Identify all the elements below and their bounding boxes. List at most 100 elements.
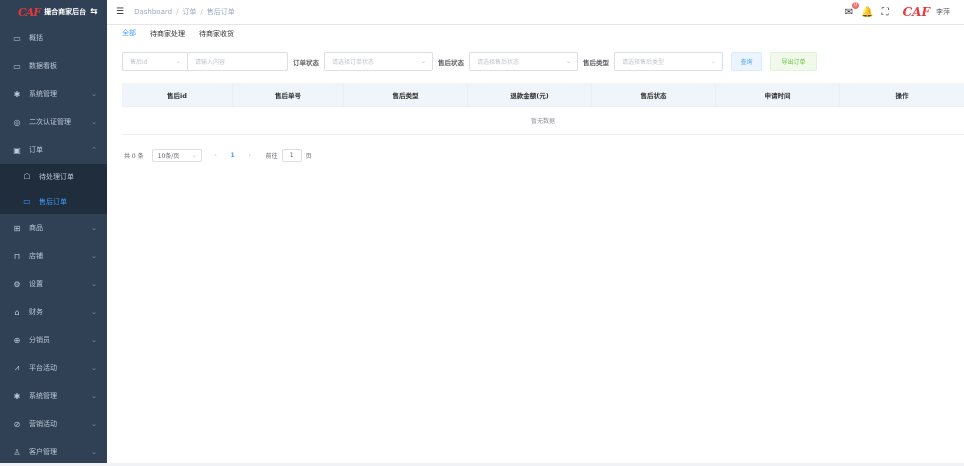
header-actions: ✉ 0 🔔 ⛶ CAF 李萍 [837,0,950,24]
notification-badge: 0 [851,1,860,9]
goto-page-input[interactable]: 1 [281,149,302,162]
user-name[interactable]: 李萍 [936,7,950,17]
aftersale-type-label: 售后类型 [583,58,609,67]
sidebar-item-label: 售后订单 [39,197,67,206]
sidebar-item-label: 商品 [29,224,43,232]
user-avatar[interactable]: CAF [903,5,930,19]
chevron-down-icon: ⌄ [91,280,97,288]
sidebar-item-label: 财务 [29,308,43,316]
page-suffix: 页 [305,153,312,160]
page-size-select[interactable]: 10条/页 ⌄ [151,149,202,162]
sidebar-item[interactable]: ▭ 售后订单 [0,189,107,214]
app-logo: CAF [18,5,41,19]
pagination: 共 0 条 10条/页 ⌄ ‹ 1 › 前往 1 页 [124,149,312,162]
gear-icon: ✱ [13,391,21,401]
chevron-down-icon: ⌄ [420,58,426,65]
sidebar-item[interactable]: ✱ 系统管理 ⌄ [0,80,107,108]
chevron-down-icon: ⌄ [91,336,97,344]
mail-icon[interactable]: ✉ 0 [845,1,860,18]
sidebar-item-label: 待处理订单 [39,172,74,181]
aftersale-type-placeholder: 请选择售后类型 [622,59,665,66]
user-icon: ♙ [13,447,21,457]
table-header: 售后id 售后单号 售后类型 退款金额(元) 售后状态 申请时间 操作 [122,83,964,107]
filter-bar: 售后id ⌄ 请输入内容 订单状态 请选择订单状态 ⌄ 售后状态 请选择售后状态 ⌄ … [122,52,817,71]
chevron-down-icon: ⌄ [91,224,97,232]
bag-icon: ☖ [23,172,31,181]
breadcrumb-orders[interactable]: 订单 [182,8,196,16]
swap-icon[interactable]: ⇆ [90,7,98,17]
aftersale-status-select[interactable]: 请选择售后状态 ⌄ [469,52,578,71]
sidebar-item[interactable]: ⚙ 设置 ⌄ [0,270,107,298]
search-input[interactable]: 请输入内容 [187,52,288,71]
sidebar-item[interactable]: ♙ 客户管理 ⌄ [0,438,107,466]
sidebar-item[interactable]: ⊘ 营销活动 ⌄ [0,410,107,438]
top-header: ☰ Dashboard / 订单 / 售后订单 ✉ 0 🔔 ⛶ CAF 李萍 [107,0,964,24]
page-number[interactable]: 1 [226,152,240,159]
export-orders-button[interactable]: 导出订单 [770,52,817,71]
sidebar-item[interactable]: ⩘ 平台活动 ⌄ [0,354,107,382]
sidebar-item-label: 设置 [29,280,43,288]
query-button[interactable]: 查询 [731,52,762,71]
sidebar-item[interactable]: ▭ 数据看板 [0,52,107,80]
tab-pending-receive[interactable]: 待商家收货 [199,25,234,43]
sidebar-item[interactable]: ⊕ 分销员 ⌄ [0,326,107,354]
prev-page-icon[interactable]: ‹ [210,152,222,159]
app-title: 撮合商家后台 [44,8,87,16]
col-aftersale-type: 售后类型 [344,83,468,106]
sidebar-item[interactable]: ✱ 系统管理 ⌄ [0,382,107,410]
sidebar-item[interactable]: ▣ 订单 ⌃ [0,136,107,164]
sidebar-item[interactable]: ◎ 二次认证管理 ⌄ [0,108,107,136]
sidebar-item-label: 系统管理 [29,392,57,400]
sidebar-item[interactable]: ⊞ 商品 ⌄ [0,214,107,242]
col-actions: 操作 [895,91,909,100]
compass-icon: ⊘ [13,419,21,429]
order-status-select[interactable]: 请选择订单状态 ⌄ [324,52,433,71]
aftersale-status-placeholder: 请选择售后状态 [477,59,520,66]
eye-icon: ◎ [13,117,21,127]
sidebar-item[interactable]: ▭ 概括 [0,24,107,52]
sidebar-menu: ▭ 概括 ▭ 数据看板 ✱ 系统管理 ⌄ ◎ 二次认证管理 ⌄ ▣ 订单 ⌃ ☖ 待处理订单 ▭ 售后订单 ⊞ 商品… [0,24,107,466]
sidebar-item[interactable]: ⊓ 店铺 ⌄ [0,242,107,270]
sidebar-item-label: 分销员 [29,336,50,344]
breadcrumb: Dashboard / 订单 / 售后订单 [134,7,235,17]
tab-all[interactable]: 全部 [122,25,136,43]
hamburger-icon[interactable]: ☰ [116,7,124,17]
sidebar-item-label: 店铺 [29,252,43,260]
settings-icon: ⚙ [13,279,21,289]
app-brand[interactable]: CAF 撮合商家后台 ⇆ [0,0,107,24]
fullscreen-icon[interactable]: ⛶ [882,7,889,18]
globe-icon: ⊕ [13,335,21,345]
chart-icon: ⩘ [14,363,20,372]
tab-pending-merchant[interactable]: 待商家处理 [150,25,185,43]
bell-icon[interactable]: 🔔 [861,7,873,18]
breadcrumb-dashboard[interactable]: Dashboard [134,8,172,16]
chevron-down-icon: ⌄ [91,364,97,372]
field-select[interactable]: 售后id ⌄ [122,52,188,71]
aftersale-type-select[interactable]: 请选择售后类型 ⌄ [614,52,723,71]
wallet-icon: ⌂ [14,307,20,317]
order-status-label: 订单状态 [293,58,319,67]
breadcrumb-separator: / [200,8,203,16]
sidebar-item-label: 二次认证管理 [29,118,71,126]
chevron-down-icon: ⌄ [710,58,716,65]
truck-icon: ▭ [23,197,31,206]
chevron-down-icon: ⌄ [91,392,97,400]
chevron-down-icon: ⌄ [191,152,197,159]
chevron-down-icon: ⌄ [91,252,97,260]
col-aftersale-id: 售后id [122,83,233,106]
col-aftersale-no: 售后单号 [233,83,344,106]
chevron-down-icon: ⌄ [91,90,97,98]
col-aftersale-status: 售后状态 [592,83,716,106]
sidebar: CAF 撮合商家后台 ⇆ ▭ 概括 ▭ 数据看板 ✱ 系统管理 ⌄ ◎ 二次认证管理 ⌄ ▣ 订单 ⌃ ☖… [0,0,107,463]
sidebar-item-label: 数据看板 [29,62,57,70]
monitor-icon: ▭ [13,33,21,43]
chevron-up-icon: ⌃ [91,146,97,154]
col-apply-time: 申请时间 [716,83,840,106]
sidebar-item[interactable]: ⌂ 财务 ⌄ [0,298,107,326]
sidebar-item-label: 订单 [29,146,43,154]
breadcrumb-separator: / [176,8,179,16]
page-size-value: 10条/页 [157,153,180,160]
empty-text: 暂无数据 [122,107,964,135]
next-page-icon[interactable]: › [244,152,256,159]
sidebar-item[interactable]: ☖ 待处理订单 [0,164,107,189]
